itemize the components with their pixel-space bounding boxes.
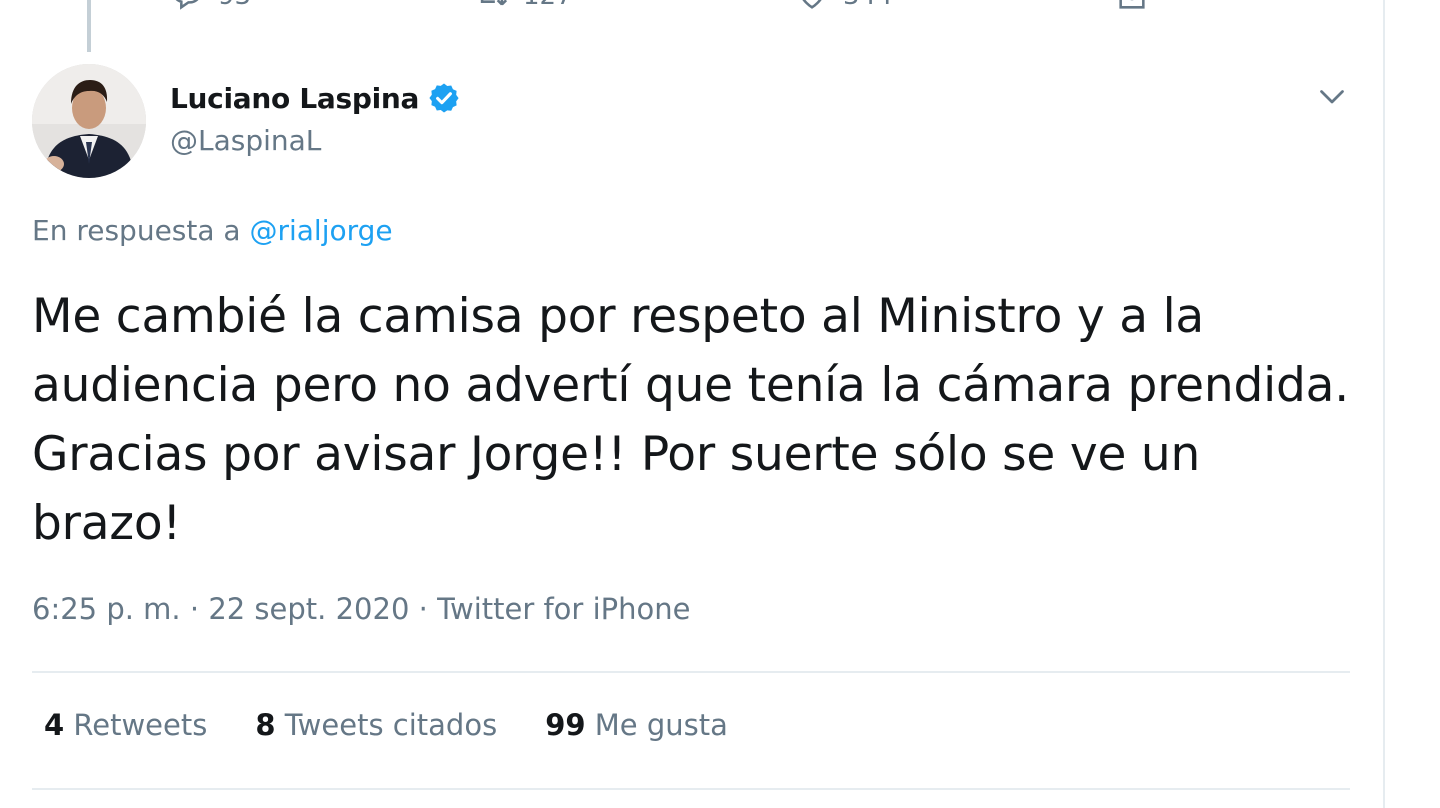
like-count: 344 (843, 0, 893, 11)
heart-icon (802, 0, 822, 9)
reply-action[interactable]: 93 (170, 0, 251, 14)
quote-tweets-stat[interactable]: 8 Tweets citados (255, 708, 497, 742)
share-action[interactable] (1115, 0, 1149, 14)
thread-connector-line (87, 0, 91, 52)
tweet-time[interactable]: 6:25 p. m. (32, 592, 181, 626)
divider (32, 788, 1350, 790)
likes-count: 99 (545, 708, 586, 742)
retweets-label: Retweets (73, 708, 208, 742)
avatar-photo (32, 64, 146, 178)
tweet-stats: 4 Retweets 8 Tweets citados 99 Me gusta (44, 708, 728, 742)
column-border (1383, 0, 1385, 808)
divider (32, 671, 1350, 673)
share-icon (1119, 0, 1145, 9)
quote-tweets-label: Tweets citados (284, 708, 498, 742)
likes-label: Me gusta (594, 708, 728, 742)
tweet-author[interactable]: Luciano Laspina @LaspinaL (170, 78, 461, 157)
tweet-detail-page: 93 127 344 Luciano Laspina (0, 0, 1440, 808)
reply-context: En respuesta a @rialjorge (32, 214, 393, 247)
previous-tweet-action-bar: 93 127 344 (170, 0, 1170, 14)
author-name[interactable]: Luciano Laspina (170, 82, 419, 115)
reply-count: 93 (218, 0, 251, 11)
tweet-metadata: 6:25 p. m. · 22 sept. 2020 · Twitter for… (32, 592, 690, 626)
quote-tweets-count: 8 (255, 708, 276, 742)
retweets-stat[interactable]: 4 Retweets (44, 708, 207, 742)
verified-badge-icon (427, 81, 461, 115)
tweet-source-link[interactable]: Twitter for iPhone (437, 592, 690, 626)
more-options-button[interactable] (1314, 78, 1350, 114)
chevron-down-icon (1320, 90, 1344, 104)
retweet-action[interactable]: 127 (475, 0, 573, 14)
reply-prefix: En respuesta a (32, 214, 241, 247)
retweet-icon (480, 0, 508, 6)
meta-separator: · (189, 592, 200, 626)
author-handle[interactable]: @LaspinaL (170, 124, 461, 157)
reply-mention-link[interactable]: @rialjorge (249, 214, 392, 247)
tweet-text: Me cambié la camisa por respeto al Minis… (32, 289, 1349, 551)
like-action[interactable]: 344 (795, 0, 893, 14)
meta-separator: · (418, 592, 428, 626)
likes-stat[interactable]: 99 Me gusta (545, 708, 728, 742)
avatar[interactable] (32, 64, 146, 178)
retweet-count: 127 (523, 0, 573, 11)
retweets-count: 4 (44, 708, 65, 742)
tweet-date[interactable]: 22 sept. 2020 (208, 592, 409, 626)
reply-icon (175, 0, 199, 10)
